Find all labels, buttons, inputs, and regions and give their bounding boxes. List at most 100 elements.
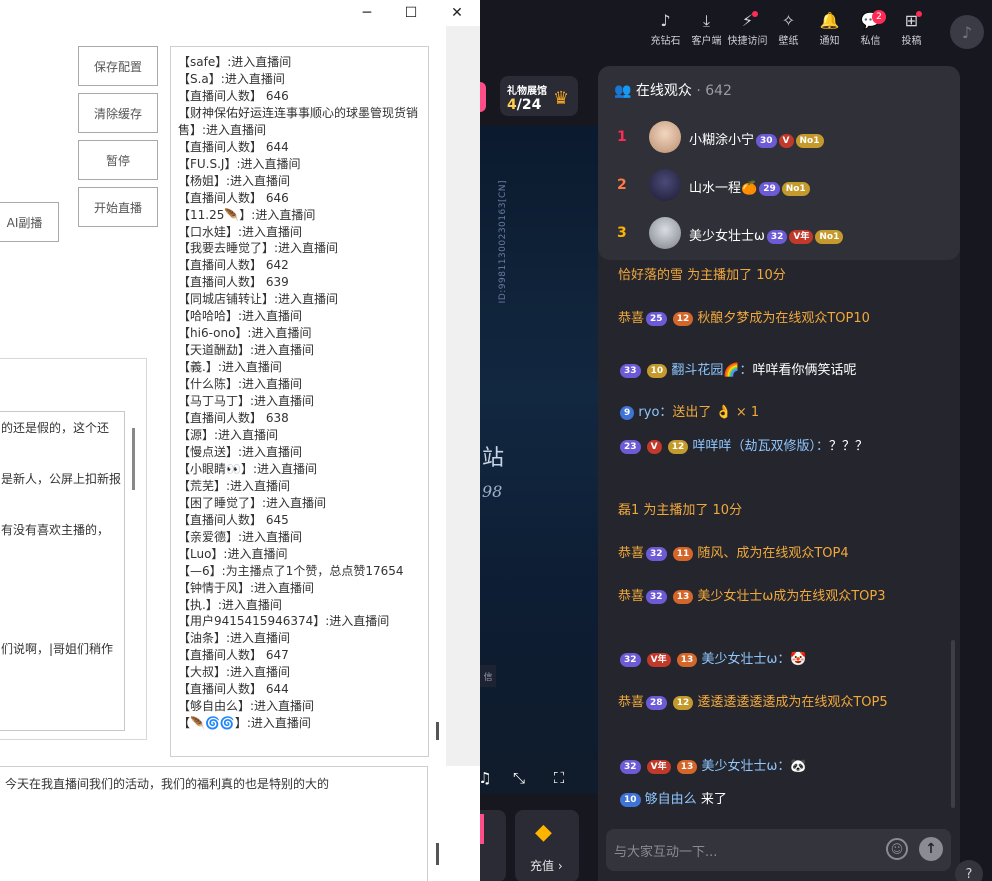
nav-label: 客户端 [691, 36, 722, 47]
fan-badge: 13 [676, 759, 698, 774]
chat-user[interactable]: 咩咩咩（劫瓦双修版）： [692, 439, 829, 454]
picture-in-picture-icon[interactable]: ⤡ [509, 768, 529, 788]
level-badge: 32 [620, 759, 641, 774]
online-viewers-header[interactable]: 👥 在线观众 · 642 [614, 80, 732, 100]
log-line: 【慢点送】:进入直播间 [178, 444, 303, 459]
script-textarea-scrollbar[interactable] [436, 843, 439, 865]
stream-card-edge [480, 82, 486, 112]
gift-gallery-count: 4/24 [507, 97, 541, 113]
event-log-scrollbar[interactable] [436, 722, 439, 740]
fullscreen-icon[interactable]: ⛶ [549, 768, 569, 788]
notification-dot [752, 11, 758, 17]
script-list[interactable]: 的还是假的，这个还 是新人，公屏上扣新报 有没有喜欢主播的， 们说啊，|哥姐们稍… [0, 411, 125, 731]
log-line: 【直播间人数】 644 [178, 139, 289, 154]
chat-scrollbar[interactable] [951, 640, 955, 808]
log-line: 【直播间人数】 647 [178, 648, 289, 663]
script-scrollbar[interactable] [132, 428, 135, 490]
bell-icon: 🔔 [819, 11, 840, 30]
emoji-icon[interactable]: ☺ [886, 838, 908, 860]
log-line: 【我要去睡觉了】:进入直播间 [178, 241, 339, 256]
chat-message: 32 V年 13 美少女壮士ω：🤡 [618, 650, 936, 670]
event-log[interactable]: 【safe】:进入直播间 【S.a】:进入直播间 【直播间人数】 646 【财神保佑好… [170, 46, 429, 757]
log-line: 【safe】:进入直播间 [178, 55, 292, 69]
log-line: 【hi6-ono】:进入直播间 [178, 326, 312, 341]
save-config-button[interactable]: 保存配置 [78, 46, 158, 86]
viewer-name-text: 小糊涂小宁 [689, 133, 755, 148]
script-textarea[interactable]: 今天在我直播间我们的活动，我们的福利真的也是特别的大的 [0, 766, 428, 881]
send-icon[interactable]: ↑ [919, 837, 943, 861]
log-line: 【Luo】:进入直播间 [178, 546, 288, 561]
start-live-button[interactable]: 开始直播 [78, 187, 158, 227]
chat-user[interactable]: ryo： [638, 405, 672, 420]
chat-user[interactable]: 美少女壮士ω： [701, 759, 790, 774]
viewer-name-text: 山水一程🍊 [689, 181, 758, 196]
viewer-row[interactable]: 2 山水一程🍊 29 No1 [617, 169, 947, 203]
download-icon: ⤓ [702, 11, 711, 30]
pause-button[interactable]: 暂停 [78, 140, 158, 180]
stream-card-accent [480, 814, 484, 844]
level-badge: 10 [620, 792, 641, 807]
chat-message-text: 美少女壮士ω成为在线观众TOP3 [697, 589, 886, 604]
chat-message: 10 够自由么 来了 [618, 790, 936, 810]
messages-nav[interactable]: 💬 2 私信 [850, 10, 891, 54]
log-line: 【执.】:进入直播间 [178, 597, 282, 612]
mic-icon[interactable]: ♫ [475, 768, 495, 788]
event-log-lines: 【safe】:进入直播间 【S.a】:进入直播间 【直播间人数】 646 【财神保佑好… [178, 54, 424, 732]
chat-message: 23 V 12 咩咩咩（劫瓦双修版）：？？？ [618, 437, 936, 457]
recharge-diamond-nav[interactable]: ♪ 充钻石 [645, 10, 686, 54]
log-line: 【同城店铺转让】:进入直播间 [178, 292, 339, 307]
viewer-row[interactable]: 3 美少女壮士ω 32 V年 No1 [617, 217, 947, 251]
close-button[interactable]: ✕ [434, 0, 480, 26]
wallpaper-nav[interactable]: ✧ 壁纸 [768, 10, 809, 54]
message-count-badge: 2 [872, 10, 886, 24]
sticker-icon: 🐼 [790, 759, 807, 774]
avatar [649, 121, 681, 153]
chat-user[interactable]: 够自由么 [645, 792, 697, 807]
vip-year-badge: V年 [789, 229, 814, 244]
vip-badge: V [646, 439, 662, 454]
log-line: 【亲爱德】:进入直播间 [178, 529, 303, 544]
chat-message-text: 恰好落的雪 为主播加了 10分 [618, 268, 786, 283]
user-avatar[interactable]: ♪ [950, 15, 984, 49]
window-titlebar: ─ ☐ ✕ [0, 0, 480, 26]
quick-access-nav[interactable]: ⚡ 快捷访问 [727, 10, 768, 54]
log-line: 【直播间人数】 645 [178, 512, 289, 527]
chat-prefix: 恭喜 [618, 589, 645, 604]
chat-message-text: ？？？ [828, 439, 868, 454]
log-line: 【直播间人数】 644 [178, 682, 289, 697]
fan-badge: 13 [676, 652, 698, 667]
chat-user[interactable]: 翻斗花园🌈： [671, 363, 752, 378]
clear-cache-button[interactable]: 清除缓存 [78, 93, 158, 133]
log-line: 【S.a】:进入直播间 [178, 71, 285, 86]
avatar [649, 169, 681, 201]
tiktok-icon: ♪ [660, 11, 671, 30]
ai-assistant-button[interactable]: AI副播 [0, 202, 59, 242]
fan-badge: 13 [672, 589, 694, 604]
upload-nav[interactable]: ⊞ 投稿 [891, 10, 932, 54]
chat-prefix: 恭喜 [618, 546, 645, 561]
nav-label: 充钻石 [650, 36, 681, 47]
level-badge: 9 [620, 405, 635, 420]
help-icon[interactable]: ? [955, 860, 983, 881]
nav-label: 私信 [860, 36, 881, 47]
fan-badge: 12 [667, 439, 689, 454]
script-line: 们说啊，|哥姐们稍作 [1, 642, 114, 656]
notifications-nav[interactable]: 🔔 通知 [809, 10, 850, 54]
vip-year-badge: V年 [646, 652, 671, 667]
nav-label: 快捷访问 [727, 36, 768, 47]
maximize-button[interactable]: ☐ [388, 0, 434, 26]
online-viewers-count: · 642 [696, 83, 732, 99]
rank-badge: No1 [781, 181, 810, 196]
sticker-icon: 🤡 [790, 652, 807, 667]
fan-badge: 12 [672, 311, 694, 326]
log-line: 【11.25🪶】:进入直播间 [178, 207, 316, 222]
client-download-nav[interactable]: ⤓ 客户端 [686, 10, 727, 54]
top-toolbar: ♪ 充钻石 ⤓ 客户端 ⚡ 快捷访问 ✧ 壁纸 🔔 通知 💬 2 私信 ⊞ 投稿 [645, 10, 932, 54]
notification-dot [916, 11, 922, 17]
viewer-row[interactable]: 1 小糊涂小宁 30 V No1 [617, 121, 947, 155]
chat-user[interactable]: 美少女壮士ω： [701, 652, 790, 667]
log-line: 【義.】:进入直播间 [178, 360, 282, 375]
recharge-label: 充值 › [530, 859, 563, 873]
minimize-button[interactable]: ─ [344, 0, 390, 26]
level-badge: 23 [620, 439, 641, 454]
